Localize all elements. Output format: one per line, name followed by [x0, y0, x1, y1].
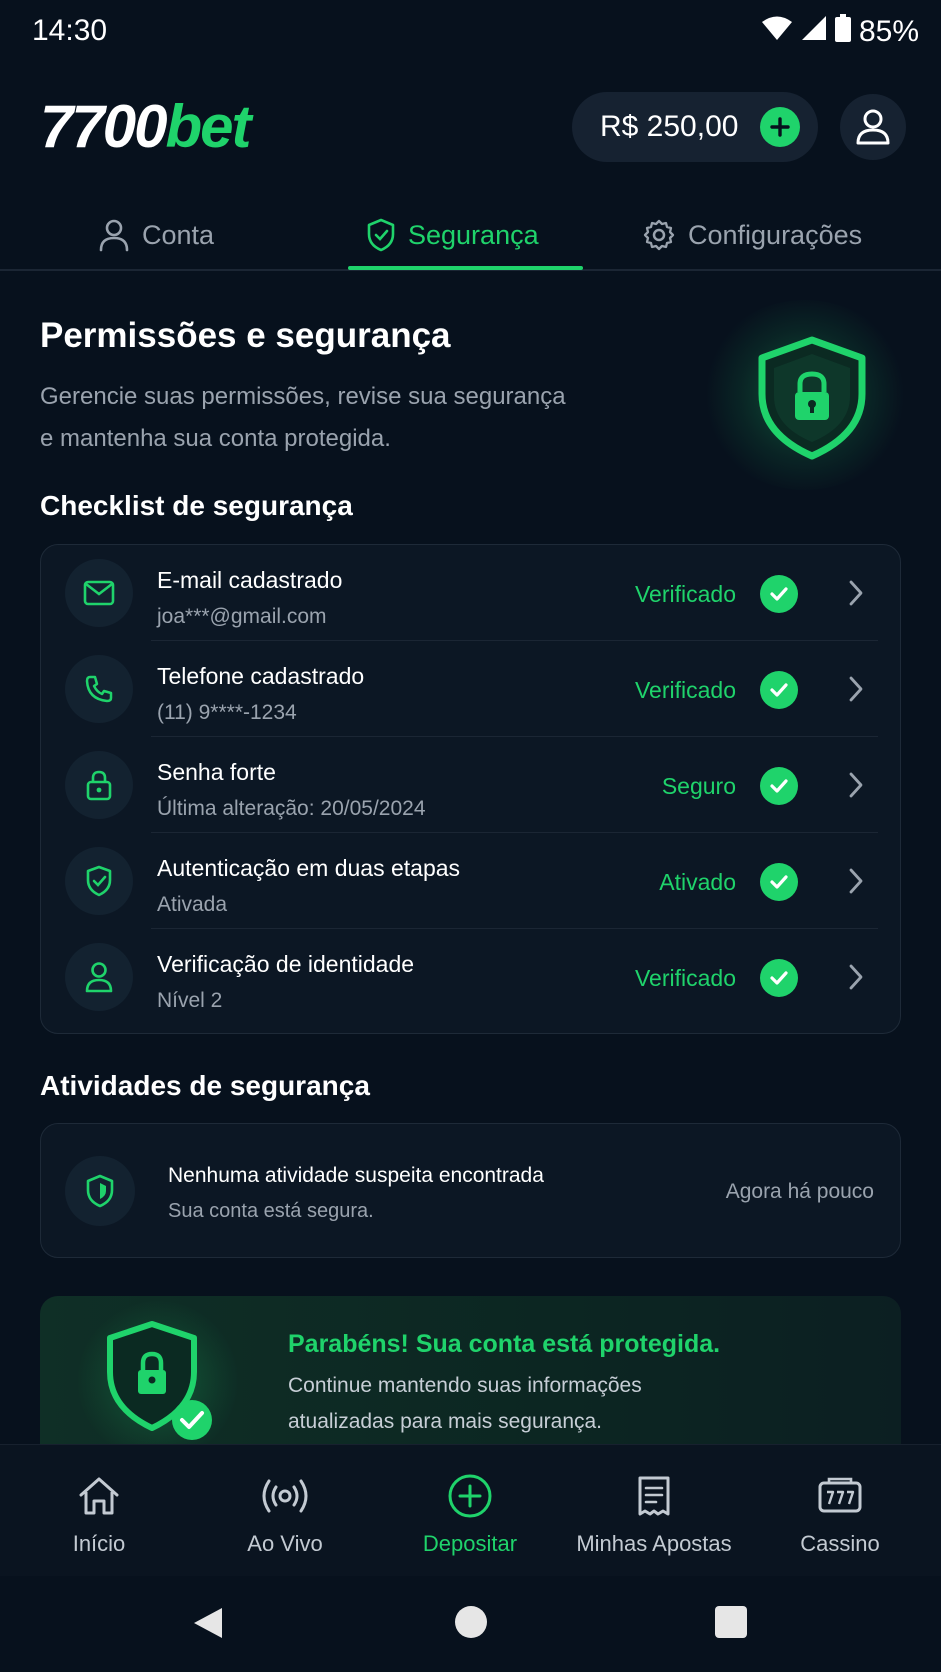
- active-tab-indicator: [348, 266, 583, 270]
- live-icon: [261, 1473, 309, 1519]
- item-status: Verificado: [634, 677, 736, 703]
- user-icon: [65, 943, 133, 1011]
- item-subtitle: Nível 2: [157, 989, 223, 1012]
- system-navigation-bar: [0, 1576, 941, 1672]
- nav-label: Minhas Apostas: [576, 1531, 732, 1556]
- balance-pill[interactable]: R$ 250,00: [572, 92, 818, 162]
- checklist-item-2fa[interactable]: Autenticação em duas etapas Ativada Ativ…: [41, 833, 902, 929]
- item-status: Seguro: [661, 773, 736, 799]
- tab-label: Conta: [142, 219, 215, 250]
- shield-check-icon: [65, 1156, 135, 1226]
- signal-icon: [801, 15, 827, 49]
- slot-machine-icon: [817, 1473, 863, 1519]
- checklist-item-identity[interactable]: Verificação de identidade Nível 2 Verifi…: [41, 929, 902, 1025]
- item-subtitle: Última alteração: 20/05/2024: [157, 797, 426, 820]
- chevron-right-icon: [848, 771, 864, 804]
- wifi-icon: [761, 15, 793, 49]
- profile-button[interactable]: [840, 94, 906, 160]
- item-status: Verificado: [634, 581, 736, 607]
- home-icon: [77, 1473, 121, 1519]
- user-icon: [856, 109, 890, 145]
- item-subtitle: joa***@gmail.com: [157, 605, 327, 628]
- tab-configuracoes[interactable]: Configurações: [642, 204, 862, 266]
- activity-time: Agora há pouco: [725, 1180, 874, 1203]
- item-status: Ativado: [659, 869, 736, 895]
- brand-logo[interactable]: 7700bet: [40, 93, 251, 160]
- battery-icon: [834, 14, 851, 50]
- gear-icon: [643, 219, 675, 251]
- check-icon: [760, 671, 798, 709]
- page-title: Permissões e segurança: [40, 316, 451, 355]
- receipt-icon: [636, 1473, 672, 1519]
- nav-inicio[interactable]: Início: [5, 1445, 193, 1577]
- checklist-title: Checklist de segurança: [40, 490, 353, 521]
- item-title: Telefone cadastrado: [157, 663, 365, 689]
- logo-number: 7700: [40, 93, 167, 160]
- item-title: Autenticação em duas etapas: [157, 855, 461, 881]
- phone-icon: [65, 655, 133, 723]
- user-icon: [99, 219, 129, 252]
- nav-cassino[interactable]: Cassino: [746, 1445, 934, 1577]
- activity-subtitle: Sua conta está segura.: [168, 1200, 374, 1222]
- status-indicators: 85%: [761, 14, 919, 50]
- check-icon: [760, 767, 798, 805]
- shield-icon: [367, 218, 395, 252]
- checklist-item-password[interactable]: Senha forte Última alteração: 20/05/2024…: [41, 737, 902, 833]
- tab-label: Configurações: [688, 219, 863, 250]
- chevron-right-icon: [848, 963, 864, 996]
- chevron-right-icon: [848, 579, 864, 612]
- item-title: Verificação de identidade: [157, 951, 415, 977]
- item-title: E-mail cadastrado: [157, 567, 343, 593]
- battery-percent: 85%: [858, 15, 919, 48]
- activities-title: Atividades de segurança: [40, 1070, 370, 1101]
- nav-ao-vivo[interactable]: Ao Vivo: [191, 1445, 379, 1577]
- chevron-right-icon: [848, 867, 864, 900]
- bottom-nav: Início Ao Vivo Depositar Minhas Apostas …: [0, 1444, 941, 1576]
- shield-check-icon: [65, 847, 133, 915]
- shield-lock-icon: [752, 336, 872, 465]
- checklist-item-email[interactable]: E-mail cadastrado joa***@gmail.com Verif…: [41, 545, 902, 641]
- back-icon[interactable]: [192, 1606, 224, 1640]
- activity-title: Nenhuma atividade suspeita encontrada: [168, 1164, 544, 1187]
- plus-circle-icon: [447, 1473, 493, 1519]
- lock-icon: [65, 751, 133, 819]
- balance-amount: R$ 250,00: [600, 110, 739, 143]
- congrats-title: Parabéns! Sua conta está protegida.: [288, 1330, 721, 1358]
- logo-word: bet: [165, 93, 251, 160]
- item-status: Verificado: [634, 965, 736, 991]
- tab-seguranca[interactable]: Segurança: [366, 204, 539, 266]
- nav-label: Ao Vivo: [247, 1531, 323, 1556]
- mail-icon: [65, 559, 133, 627]
- item-subtitle: Ativada: [157, 893, 228, 916]
- recents-button[interactable]: [715, 1606, 747, 1638]
- chevron-right-icon: [848, 675, 864, 708]
- check-icon: [760, 863, 798, 901]
- home-button[interactable]: [455, 1606, 487, 1638]
- add-balance-button[interactable]: [760, 107, 800, 147]
- check-icon: [760, 959, 798, 997]
- activity-card[interactable]: Nenhuma atividade suspeita encontrada Su…: [40, 1123, 901, 1258]
- item-subtitle: (11) 9****-1234: [157, 701, 297, 724]
- checklist-card: E-mail cadastrado joa***@gmail.com Verif…: [40, 544, 901, 1034]
- congrats-text: Continue mantendo suas informações atual…: [288, 1374, 642, 1433]
- checklist-item-phone[interactable]: Telefone cadastrado (11) 9****-1234 Veri…: [41, 641, 902, 737]
- nav-depositar[interactable]: Depositar: [376, 1445, 564, 1577]
- nav-label: Início: [72, 1531, 126, 1556]
- page-subtitle: Gerencie suas permissões, revise sua seg…: [40, 383, 566, 452]
- nav-label: Depositar: [422, 1531, 518, 1556]
- congrats-banner: Parabéns! Sua conta está protegida. Cont…: [40, 1296, 901, 1446]
- nav-label: Cassino: [800, 1531, 880, 1556]
- tab-conta[interactable]: Conta: [98, 204, 214, 266]
- nav-minhas-apostas[interactable]: Minhas Apostas: [560, 1445, 748, 1577]
- item-title: Senha forte: [157, 759, 276, 785]
- check-icon: [760, 575, 798, 613]
- status-time: 14:30: [32, 14, 108, 47]
- plus-icon: [770, 117, 790, 137]
- tab-label: Segurança: [408, 219, 539, 250]
- shield-lock-check-icon: [102, 1320, 232, 1446]
